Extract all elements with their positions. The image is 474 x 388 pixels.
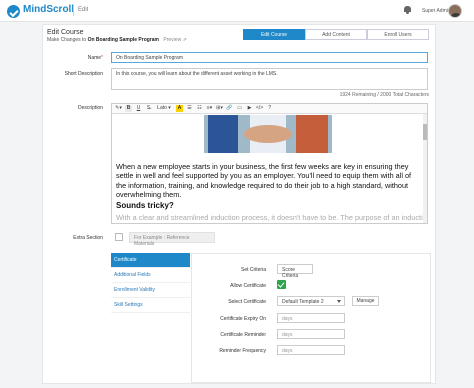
subtitle-prefix: Make Changes to <box>47 37 87 43</box>
bold-button[interactable]: B <box>125 105 132 112</box>
extra-section-placeholder: For Example : Reference Materials <box>134 235 190 247</box>
sidebar-item-skill-settings[interactable]: Skill Settings <box>111 298 190 313</box>
unordered-list-button[interactable]: ☰ <box>186 105 193 112</box>
name-label: Name* <box>43 55 103 61</box>
sidebar-item-additional-fields[interactable]: Additional Fields <box>111 268 190 283</box>
external-link-icon: ⇗ <box>182 37 187 43</box>
editor-scrollbar-thumb[interactable] <box>423 124 427 140</box>
course-tabs: Edit Course Add Content Enroll Users <box>243 29 429 40</box>
avatar[interactable] <box>448 4 462 18</box>
table-dropdown[interactable]: ⊞▾ <box>216 105 223 112</box>
link-icon[interactable]: 🔗 <box>226 105 233 112</box>
certificate-expiry-label: Certificate Expiry On <box>220 316 266 322</box>
certificate-panel: Set Criteria Score Criteria Allow Certif… <box>191 253 431 383</box>
tab-add-content[interactable]: Add Content <box>305 29 367 40</box>
set-criteria-select[interactable]: Score Criteria <box>277 264 313 279</box>
set-criteria-label: Set Criteria <box>240 267 266 273</box>
editor-faded-text: With a clear and streamlined induction p… <box>116 213 428 222</box>
team-hands-image <box>204 115 332 153</box>
editor-heading: Sounds tricky? <box>116 201 174 210</box>
certificate-reminder-input[interactable]: days <box>277 329 345 339</box>
font-dropdown[interactable]: Lato ▾ <box>155 105 173 112</box>
top-bar: MindScroll Edit Super Admin ▾ <box>0 0 474 22</box>
page-title: Edit Course <box>47 29 84 36</box>
editor-paragraph: When a new employee starts in your busin… <box>116 162 412 199</box>
manage-button[interactable]: Manage <box>352 296 379 306</box>
sidebar-item-enrollment-validity[interactable]: Enrollment Validity <box>111 283 190 298</box>
select-certificate-value: Default Template 2 <box>282 299 324 305</box>
editor-toolbar: ✎▾ B U S̶ Lato ▾ A ☰ ☷ ≡▾ ⊞▾ 🔗 ▭ ▶ </> ? <box>112 104 427 114</box>
sidebar-item-certificate[interactable]: Certificate <box>111 253 190 268</box>
image-part <box>208 115 238 153</box>
image-part <box>244 125 292 143</box>
page-subtitle: Make Changes to On Boarding Sample Progr… <box>47 37 187 43</box>
reminder-frequency-input[interactable]: days <box>277 345 345 355</box>
preview-link[interactable]: Preview ⇗ <box>163 37 186 43</box>
character-counter: 1924 Remaining / 2000 Total Characters <box>339 92 429 98</box>
tab-edit-course[interactable]: Edit Course <box>243 29 305 40</box>
extra-section-label: Extra Section <box>73 235 103 241</box>
bell-icon[interactable] <box>404 6 411 14</box>
logo-icon[interactable] <box>7 5 20 18</box>
name-label-text: Name <box>87 55 102 61</box>
select-certificate-dropdown[interactable]: Default Template 2 <box>277 296 345 306</box>
extra-section-checkbox[interactable] <box>115 233 123 241</box>
tab-enroll-users[interactable]: Enroll Users <box>367 29 429 40</box>
strikethrough-button[interactable]: S̶ <box>145 105 152 112</box>
course-name: On Boarding Sample Program <box>87 37 159 43</box>
breadcrumb: Edit <box>78 7 89 13</box>
description-editor[interactable]: ✎▾ B U S̶ Lato ▾ A ☰ ☷ ≡▾ ⊞▾ 🔗 ▭ ▶ </> ? <box>111 103 428 224</box>
settings-sidenav: Certificate Additional Fields Enrollment… <box>111 253 190 383</box>
style-dropdown[interactable]: ✎▾ <box>115 105 122 112</box>
text-color-button[interactable]: A <box>176 105 183 112</box>
certificate-expiry-input[interactable]: days <box>277 313 345 323</box>
select-certificate-label: Select Certificate <box>228 299 266 305</box>
image-icon[interactable]: ▭ <box>236 105 243 112</box>
reminder-frequency-label: Reminder Frequency <box>219 348 266 354</box>
required-mark: * <box>101 55 103 61</box>
page: MindScroll Edit Super Admin ▾ Edit Cours… <box>0 0 474 388</box>
ordered-list-button[interactable]: ☷ <box>196 105 203 112</box>
align-dropdown[interactable]: ≡▾ <box>206 105 213 112</box>
allow-certificate-checkbox[interactable] <box>277 280 286 289</box>
video-icon[interactable]: ▶ <box>246 105 253 112</box>
underline-button[interactable]: U <box>135 105 142 112</box>
edit-course-card: Edit Course Make Changes to On Boarding … <box>42 24 436 384</box>
extra-section-input[interactable]: For Example : Reference Materials <box>129 232 215 247</box>
code-view-button[interactable]: </> <box>256 105 263 112</box>
description-label: Description <box>77 105 103 111</box>
divider <box>73 6 74 16</box>
preview-label: Preview <box>163 37 182 43</box>
brand-name[interactable]: MindScroll <box>23 4 74 15</box>
name-input[interactable]: On Boarding Sample Program <box>111 52 428 63</box>
allow-certificate-label: Allow Certificate <box>230 283 266 289</box>
chevron-down-icon <box>337 300 341 303</box>
image-part <box>296 115 328 153</box>
short-description-label: Short Description <box>64 71 103 77</box>
short-description-input[interactable]: In this course, you will learn about the… <box>111 68 428 90</box>
help-icon[interactable]: ? <box>266 105 273 112</box>
certificate-reminder-label: Certificate Reminder <box>220 332 266 338</box>
user-name: Super Admin <box>422 8 451 14</box>
